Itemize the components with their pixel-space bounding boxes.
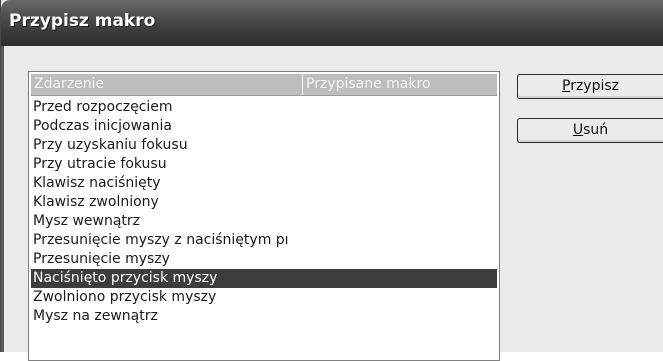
list-header: Zdarzenie Przypisane makro — [31, 74, 497, 96]
list-item[interactable]: Naciśnięto przycisk myszy — [31, 269, 497, 288]
list-item[interactable]: Przy uzyskaniu fokusu — [31, 136, 303, 155]
list-item[interactable]: Podczas inicjowania — [31, 117, 303, 136]
title-bar[interactable]: Przypisz makro — [1, 0, 663, 46]
list-item[interactable]: Przesunięcie myszy — [31, 250, 303, 269]
remove-button-label: suń — [583, 122, 609, 138]
remove-button[interactable]: Usuń — [517, 118, 663, 143]
list-item[interactable]: Klawisz zwolniony — [31, 193, 303, 212]
remove-button-accelerator: U — [572, 122, 584, 138]
assign-macro-dialog: Przypisz makro Zdarzenie Przypisane makr… — [0, 0, 663, 361]
column-header-assigned-macro[interactable]: Przypisane makro — [303, 74, 497, 95]
window-title: Przypisz makro — [9, 11, 156, 31]
assign-button-label: rzypisz — [570, 78, 619, 94]
list-item[interactable]: Mysz wewnątrz — [31, 212, 303, 231]
list-item[interactable]: Zwolniono przycisk myszy — [31, 288, 303, 307]
list-item[interactable]: Klawisz naciśnięty — [31, 174, 303, 193]
list-item[interactable]: Przesunięcie myszy z naciśniętym pı — [31, 231, 303, 250]
assign-button-accelerator: P — [561, 78, 571, 94]
list-rows: Przed rozpoczęciem Podczas inicjowania Prz… — [31, 98, 497, 326]
event-list[interactable]: Zdarzenie Przypisane makro Przed rozpocz… — [28, 71, 500, 361]
list-item[interactable]: Przed rozpoczęciem — [31, 98, 303, 117]
list-item[interactable]: Mysz na zewnątrz — [31, 307, 303, 326]
list-item[interactable]: Przy utracie fokusu — [31, 155, 303, 174]
assign-button[interactable]: Przypisz — [517, 74, 663, 99]
column-header-event[interactable]: Zdarzenie — [31, 74, 303, 95]
